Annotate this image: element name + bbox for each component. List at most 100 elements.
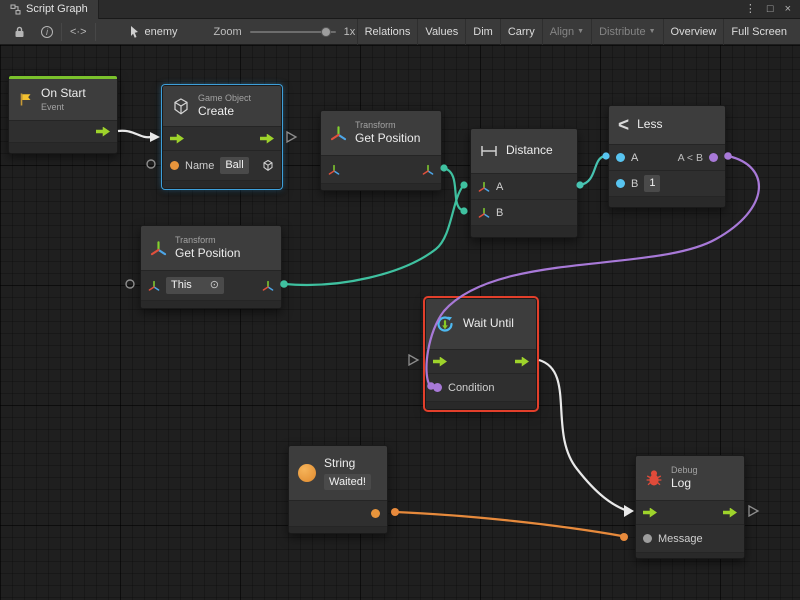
graph-name: enemy [145,26,178,38]
flag-icon [18,92,33,107]
node-title: Get Position [355,131,420,147]
node-title: Create [198,104,251,120]
wire-arrowhead [624,505,634,517]
graph-breadcrumb[interactable]: enemy [130,26,178,38]
maximize-icon[interactable]: □ [767,4,774,15]
port-label-a: A [496,181,503,193]
message-input-port[interactable] [643,534,652,543]
zoom-label: Zoom [214,26,242,38]
string-output-port[interactable] [371,509,380,518]
node-wait-until[interactable]: Wait Until Condition [425,298,537,410]
graph-tab-icon [10,4,21,15]
wire-getpos-top-to-distance-b[interactable] [444,168,462,210]
unconnected-control-port-marker[interactable] [749,506,758,516]
window-menu-icon[interactable]: ⋮ [745,4,756,15]
node-subtitle: Event [41,102,86,113]
node-category: Transform [355,120,420,131]
wire-getpos-bottom-to-distance-a[interactable] [284,186,463,285]
control-output-port[interactable] [515,357,529,367]
control-output-port[interactable] [260,134,274,144]
input-port-a[interactable] [616,153,625,162]
node-get-position-bottom[interactable]: Transform Get Position This⊙ [140,225,282,309]
zoom-slider[interactable] [250,31,336,33]
values-button[interactable]: Values [417,19,465,45]
node-category: Debug [671,465,698,476]
transform-input-port[interactable] [148,280,160,292]
node-less[interactable]: < Less A A < B B 1 [608,105,726,208]
full-screen-button[interactable]: Full Screen [723,19,794,45]
node-on-start[interactable]: On Start Event [8,75,118,154]
input-port-b[interactable] [616,179,625,188]
control-output-port[interactable] [723,508,737,518]
result-output-port[interactable] [709,153,718,162]
zoom-control: Zoom 1x [214,26,356,38]
wait-until-icon [435,314,455,334]
dropdown-arrow-icon: ▼ [577,28,584,35]
transform-input-port[interactable] [328,164,340,176]
dropdown-arrow-icon: ▼ [649,28,656,35]
wire-string-to-message[interactable] [395,512,622,536]
this-value-field[interactable]: This⊙ [166,277,224,293]
window-controls: ⋮ □ × [736,4,800,15]
distribute-button[interactable]: Distribute▼ [591,19,662,45]
tab-title: Script Graph [26,3,88,15]
string-value-field[interactable]: Waited! [324,474,371,490]
node-distance[interactable]: Distance A B [470,128,578,238]
wire-distance-to-less-a[interactable] [580,156,605,185]
unconnected-control-port-marker[interactable] [287,132,296,142]
control-input-port[interactable] [433,357,447,367]
node-footer [609,196,725,207]
less-icon: < [618,116,629,135]
node-string[interactable]: String Waited! [288,445,388,534]
node-create[interactable]: Game Object Create Name Ball [162,85,282,189]
condition-input-port[interactable] [433,383,442,392]
wire-onstart-to-create[interactable] [118,131,151,138]
node-footer [163,180,281,188]
control-input-port[interactable] [643,508,657,518]
unconnected-value-port-marker[interactable] [147,160,155,168]
node-category: Transform [175,235,240,246]
graph-canvas[interactable]: On Start Event Game Object Create [0,45,800,600]
transform-icon [150,240,167,257]
wire-endpoint [620,533,628,541]
unconnected-value-port-marker[interactable] [126,280,134,288]
name-value-field[interactable]: Ball [220,157,248,173]
message-label: Message [658,533,703,545]
code-icon[interactable]: <·> [62,19,95,45]
node-footer [426,401,536,409]
target-picker-icon[interactable]: ⊙ [210,278,219,292]
vector-input-port-a[interactable] [478,181,490,193]
node-title: Get Position [175,246,240,262]
close-icon[interactable]: × [785,4,791,15]
node-get-position-top[interactable]: Transform Get Position [320,110,442,191]
game-object-output-port[interactable] [262,159,274,172]
bug-icon [645,469,663,487]
position-output-port[interactable] [422,164,434,176]
align-button[interactable]: Align▼ [542,19,591,45]
node-title: Log [671,476,698,492]
dim-button[interactable]: Dim [465,19,500,45]
unconnected-control-port-marker[interactable] [409,355,418,365]
wire-wait-to-log[interactable] [539,360,625,510]
b-value-field[interactable]: 1 [644,175,660,191]
carry-button[interactable]: Carry [500,19,542,45]
lock-icon[interactable] [6,19,33,45]
node-log[interactable]: Debug Log Message [635,455,745,559]
node-title: Less [637,117,662,133]
node-footer [321,183,441,190]
control-input-port[interactable] [170,134,184,144]
relations-button[interactable]: Relations [357,19,418,45]
distance-icon [480,144,498,158]
position-output-port[interactable] [262,280,274,292]
control-output-port[interactable] [96,127,110,137]
info-icon[interactable]: i [33,19,61,45]
wire-endpoint [460,207,467,214]
zoom-slider-handle[interactable] [321,27,331,37]
name-input-port[interactable] [170,161,179,170]
overview-button[interactable]: Overview [663,19,724,45]
tab-script-graph[interactable]: Script Graph [0,0,99,19]
toolbar-buttons: Relations Values Dim Carry Align▼ Distri… [357,19,794,45]
vector-input-port-b[interactable] [478,207,490,219]
wire-endpoint [391,508,399,516]
output-label: A < B [678,152,703,164]
